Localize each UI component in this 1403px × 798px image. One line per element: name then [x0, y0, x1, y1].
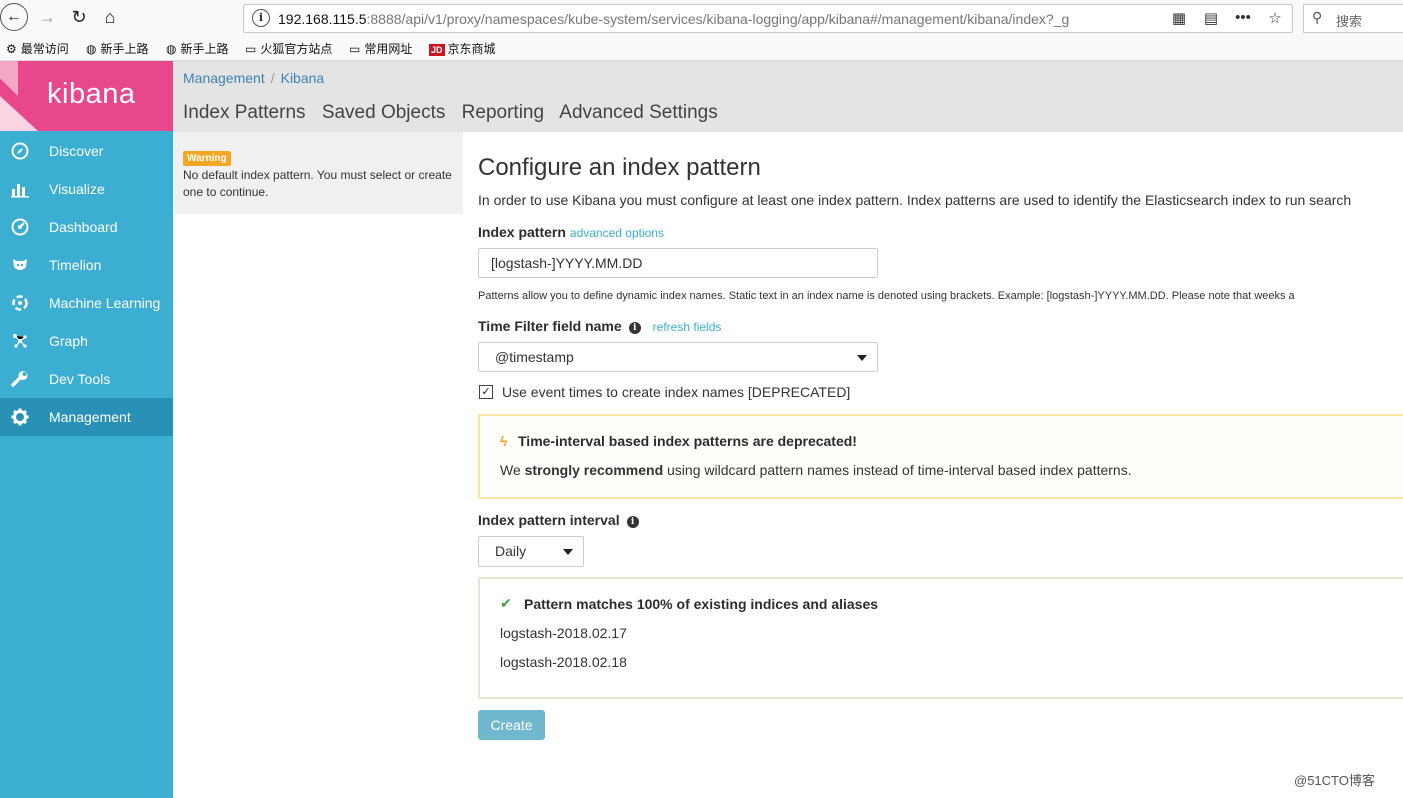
sidebar-item-visualize[interactable]: Visualize: [0, 170, 173, 208]
management-tabs: Index Patterns Saved Objects Reporting A…: [183, 102, 729, 124]
bookmark-item[interactable]: ▭ 火狐官方站点: [245, 40, 332, 57]
breadcrumb-kibana[interactable]: Kibana: [281, 70, 325, 86]
warning-text: No default index pattern. You must selec…: [183, 168, 452, 199]
time-filter-label: Time Filter field name i refresh fields: [478, 318, 722, 334]
bookmark-item[interactable]: ◍ 新手上路: [166, 40, 229, 57]
globe-icon: ◍: [166, 42, 177, 56]
watermark: @51CTO博客: [1294, 773, 1375, 788]
url-bar[interactable]: i 192.168.115.5:8888/api/v1/proxy/namesp…: [243, 4, 1293, 33]
management-header: Management / Kibana Index Patterns Saved O…: [173, 61, 1403, 132]
logo-mark: [0, 61, 18, 96]
reload-button[interactable]: ↻: [66, 4, 92, 30]
sidebar-item-dev-tools[interactable]: Dev Tools: [0, 360, 173, 398]
url-text[interactable]: 192.168.115.5:8888/api/v1/proxy/namespac…: [278, 11, 1138, 27]
machine-learning-icon: [10, 294, 30, 312]
deprecation-title: Time-interval based index patterns are d…: [518, 433, 857, 449]
search-icon: ⚲: [1312, 9, 1323, 25]
configure-index-pattern-form: Configure an index pattern In order to u…: [463, 132, 1403, 798]
breadcrumb-management[interactable]: Management: [183, 70, 265, 86]
bar-chart-icon: [10, 180, 30, 198]
kibana-sidebar: kibana Discover Visualize Dashboard Time…: [0, 61, 173, 798]
sidebar-item-timelion[interactable]: Timelion: [0, 246, 173, 284]
bookmark-star-icon[interactable]: ☆: [1266, 9, 1284, 27]
gear-icon: [10, 408, 30, 426]
bookmark-item[interactable]: JD 京东商城: [429, 40, 496, 57]
folder-icon: ▭: [245, 42, 257, 56]
event-times-checkbox[interactable]: ✓: [479, 385, 493, 399]
bookmark-item[interactable]: ◍ 新手上路: [86, 40, 149, 57]
refresh-fields-link[interactable]: refresh fields: [653, 320, 722, 334]
match-title: Pattern matches 100% of existing indices…: [524, 596, 879, 612]
time-field-select[interactable]: @timestamp: [478, 342, 878, 372]
create-button[interactable]: Create: [478, 710, 545, 740]
browser-toolbar: ← → ↻ ⌂ i 192.168.115.5:8888/api/v1/prox…: [0, 0, 1403, 37]
event-times-label: Use event times to create index names [D…: [502, 384, 851, 400]
lightning-icon: ϟ: [500, 433, 508, 449]
chevron-down-icon: [857, 355, 867, 361]
intro-text: In order to use Kibana you must configur…: [478, 192, 1352, 208]
tab-index-patterns[interactable]: Index Patterns: [183, 102, 306, 123]
sidebar-item-graph[interactable]: Graph: [0, 322, 173, 360]
sidebar-item-discover[interactable]: Discover: [0, 132, 173, 170]
page-actions-icon[interactable]: •••: [1234, 9, 1252, 27]
page-title: Configure an index pattern: [478, 154, 761, 181]
matched-index: logstash-2018.02.18: [500, 654, 627, 670]
compass-icon: [10, 142, 30, 160]
qr-code-icon[interactable]: ▦: [1170, 9, 1188, 27]
index-pattern-label: Index pattern advanced options: [478, 224, 664, 240]
advanced-options-link[interactable]: advanced options: [570, 226, 664, 240]
index-pattern-help: Patterns allow you to define dynamic ind…: [478, 290, 1295, 302]
back-button[interactable]: ←: [0, 3, 28, 31]
timelion-icon: [10, 256, 30, 274]
logo-mark: [0, 96, 38, 131]
logo-text: kibana: [47, 78, 136, 110]
wrench-icon: [10, 370, 30, 388]
sidebar-item-dashboard[interactable]: Dashboard: [0, 208, 173, 246]
reader-view-icon[interactable]: ▤: [1202, 9, 1220, 27]
bookmark-item[interactable]: ⚙ 最常访问: [6, 40, 69, 57]
bookmarks-bar: ⚙ 最常访问 ◍ 新手上路 ◍ 新手上路 ▭ 火狐官方站点 ▭ 常用网址 JD 京东商城: [0, 37, 1403, 61]
info-icon[interactable]: i: [626, 516, 639, 528]
tab-saved-objects[interactable]: Saved Objects: [322, 102, 446, 123]
browser-search-box[interactable]: ⚲ 搜索: [1303, 4, 1403, 33]
chevron-down-icon: [563, 549, 573, 555]
site-info-icon[interactable]: i: [252, 9, 270, 27]
deprecation-body: We strongly recommend using wildcard pat…: [500, 462, 1132, 478]
kibana-logo[interactable]: kibana: [0, 61, 173, 131]
forward-button[interactable]: →: [34, 4, 60, 30]
search-placeholder: 搜索: [1336, 14, 1363, 29]
sidebar-item-management[interactable]: Management: [0, 398, 173, 436]
folder-icon: ▭: [349, 42, 361, 56]
gear-icon: ⚙: [6, 42, 17, 56]
matched-index: logstash-2018.02.17: [500, 625, 627, 641]
tab-reporting[interactable]: Reporting: [462, 102, 544, 123]
check-icon: ✔: [500, 595, 512, 611]
home-button[interactable]: ⌂: [97, 4, 123, 30]
warning-badge: Warning: [183, 151, 231, 166]
interval-label: Index pattern interval i: [478, 512, 639, 528]
interval-select[interactable]: Daily: [478, 536, 584, 567]
sidebar-item-machine-learning[interactable]: Machine Learning: [0, 284, 173, 322]
index-pattern-input[interactable]: [logstash-]YYYY.MM.DD: [478, 248, 878, 278]
pattern-match-box: ✔ Pattern matches 100% of existing indic…: [478, 577, 1403, 699]
jd-logo-icon: JD: [429, 44, 445, 56]
deprecation-callout: ϟ Time-interval based index patterns are…: [478, 414, 1403, 499]
bookmark-item[interactable]: ▭ 常用网址: [349, 40, 412, 57]
index-pattern-list-panel: Warning No default index pattern. You mu…: [173, 132, 463, 214]
breadcrumb: Management / Kibana: [183, 70, 325, 86]
graph-icon: [10, 332, 30, 350]
tab-advanced-settings[interactable]: Advanced Settings: [559, 102, 717, 123]
info-icon[interactable]: i: [628, 322, 641, 334]
globe-icon: ◍: [86, 42, 97, 56]
dashboard-icon: [10, 218, 30, 236]
